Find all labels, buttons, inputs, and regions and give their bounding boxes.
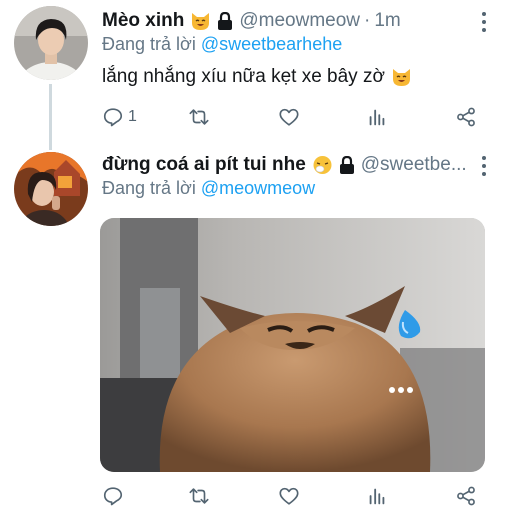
timestamp[interactable]: 1m xyxy=(374,10,400,32)
retweet-icon xyxy=(189,488,209,504)
reply-count: 1 xyxy=(128,108,137,125)
sneezing-face-icon xyxy=(312,155,333,175)
tweet-header: đừng coá ai pít tui nhe @sweetbe... xyxy=(102,152,467,178)
reply-button[interactable]: 1 xyxy=(102,104,137,130)
author-handle[interactable]: @sweetbe... xyxy=(361,154,467,176)
tweet-header: Mèo xinh @meowmeow · 1m xyxy=(102,8,401,34)
retweet-button[interactable] xyxy=(188,483,210,509)
reply-icon xyxy=(103,108,123,127)
share-icon xyxy=(457,486,475,506)
tweet-actions: 1 xyxy=(100,104,485,130)
reply-icon xyxy=(103,487,123,506)
bar-chart-icon xyxy=(369,109,385,126)
cat-meme-photo[interactable] xyxy=(100,218,485,472)
avatar[interactable] xyxy=(14,152,88,226)
author-name[interactable]: Mèo xinh xyxy=(102,10,184,32)
tweet-text: lắng nhắng xíu nữa kẹt xe bây zờ xyxy=(102,66,412,88)
replying-to: Đang trả lời @sweetbearhehe xyxy=(102,34,342,55)
heart-icon xyxy=(279,487,299,505)
replying-to: Đang trả lời @meowmeow xyxy=(102,178,315,199)
share-button[interactable] xyxy=(455,483,477,509)
lock-icon xyxy=(339,155,355,174)
like-button[interactable] xyxy=(278,104,300,130)
share-button[interactable] xyxy=(455,104,477,130)
tweet-2[interactable]: đừng coá ai pít tui nhe @sweetbe... Đang… xyxy=(0,150,513,515)
analytics-button[interactable] xyxy=(366,104,388,130)
reply-mention[interactable]: @sweetbearhehe xyxy=(201,34,342,54)
like-button[interactable] xyxy=(278,483,300,509)
cat-face-icon xyxy=(190,11,211,31)
retweet-button[interactable] xyxy=(188,104,210,130)
reply-mention[interactable]: @meowmeow xyxy=(201,178,315,198)
share-icon xyxy=(457,107,475,127)
tweet-1[interactable]: Mèo xinh @meowmeow · 1m Đang trả lời @sw… xyxy=(0,0,513,150)
lock-icon xyxy=(217,11,233,30)
reply-prefix: Đang trả lời xyxy=(102,178,196,198)
avatar[interactable] xyxy=(14,6,88,80)
more-options-icon[interactable] xyxy=(481,12,487,32)
heart-icon xyxy=(279,108,299,126)
retweet-icon xyxy=(189,109,209,125)
separator: · xyxy=(364,10,371,31)
analytics-button[interactable] xyxy=(366,483,388,509)
thread-line xyxy=(49,84,52,150)
more-options-icon[interactable] xyxy=(481,156,487,176)
tweet-actions xyxy=(100,483,485,509)
tweet-text-content: lắng nhắng xíu nữa kẹt xe bây zờ xyxy=(102,66,385,87)
cat-face-icon xyxy=(391,67,412,87)
bar-chart-icon xyxy=(369,488,385,505)
author-handle[interactable]: @meowmeow xyxy=(239,10,360,32)
author-name[interactable]: đừng coá ai pít tui nhe xyxy=(102,154,306,176)
reply-button[interactable] xyxy=(102,483,124,509)
reply-prefix: Đang trả lời xyxy=(102,34,196,54)
